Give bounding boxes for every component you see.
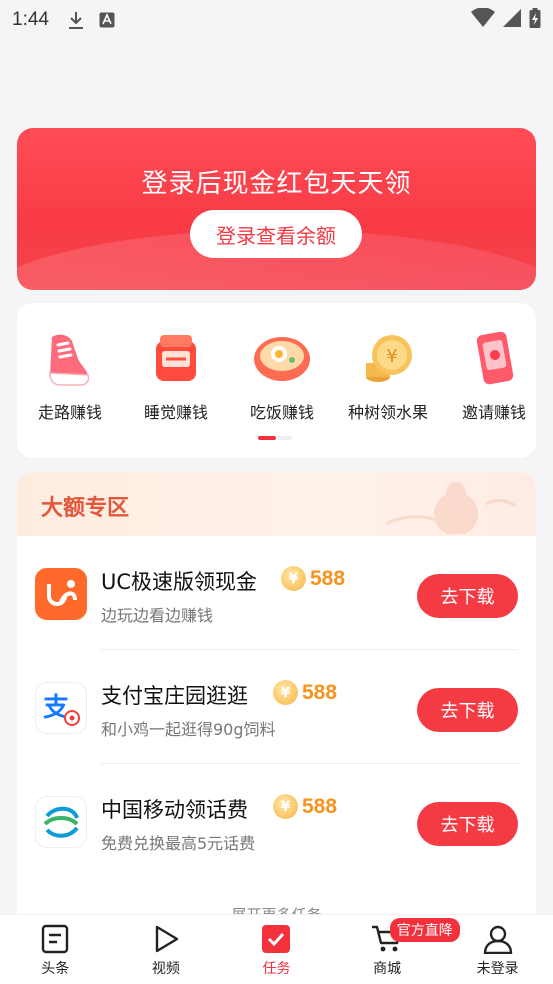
- task-row: 支 支付宝庄园逛逛 ¥ 588 和小鸡一起逛得90g饲料 去下载: [17, 650, 536, 764]
- font-a-icon: [99, 12, 115, 28]
- nav-label: 商城: [373, 961, 402, 977]
- earn-way-label: 走路赚钱: [37, 403, 102, 422]
- task-reward: ¥ 588: [273, 794, 337, 819]
- user-icon: [482, 923, 514, 955]
- gift-decoration-icon: [385, 482, 517, 534]
- task-desc: 免费兑换最高5元话费: [101, 834, 256, 853]
- earn-way-plant-tree[interactable]: ¥ 种树领水果: [335, 327, 441, 423]
- download-button[interactable]: 去下载: [417, 574, 518, 618]
- alarm-clock-icon: [156, 335, 196, 381]
- noodle-bowl-icon: [254, 337, 310, 381]
- task-name: 中国移动领话费: [101, 798, 248, 822]
- task-name: UC极速版领现金: [101, 570, 258, 594]
- nav-item-mall[interactable]: 商城 官方直降: [332, 915, 460, 984]
- sneaker-icon: [49, 334, 90, 386]
- alipay-farm-icon: 支: [35, 682, 87, 734]
- article-icon: [39, 923, 71, 955]
- task-desc: 和小鸡一起逛得90g饲料: [101, 720, 276, 739]
- nav-label: 视频: [151, 961, 180, 977]
- page-dot: [278, 436, 292, 440]
- download-button[interactable]: 去下载: [417, 802, 518, 846]
- status-time: 1:44: [12, 9, 49, 30]
- earn-way-label: 睡觉赚钱: [143, 403, 208, 422]
- nav-item-profile[interactable]: 未登录: [442, 915, 553, 984]
- earn-way-label: 吃饭赚钱: [249, 403, 314, 422]
- cell-signal-icon: [503, 9, 521, 31]
- big-amount-zone: 大额专区 UC极速版领现金 ¥ 588 边玩边看边赚钱 去下载 支 支付宝庄园逛…: [17, 472, 536, 932]
- earn-way-walk[interactable]: 走路赚钱: [17, 327, 123, 423]
- reward-amount: 588: [302, 794, 338, 818]
- uc-browser-icon: [35, 568, 87, 620]
- zone-title: 大额专区: [41, 496, 130, 521]
- yuan-coin-icon: ¥: [273, 794, 298, 819]
- task-check-icon: [260, 923, 292, 955]
- task-reward: ¥ 588: [281, 566, 345, 591]
- task-row: UC极速版领现金 ¥ 588 边玩边看边赚钱 去下载: [17, 536, 536, 650]
- play-icon: [150, 923, 182, 955]
- login-view-balance-button[interactable]: 登录查看余额: [190, 210, 362, 258]
- nav-item-video[interactable]: 视频: [111, 915, 222, 984]
- svg-text:¥: ¥: [386, 346, 397, 367]
- earn-ways-row: 走路赚钱 睡觉赚钱 吃饭赚钱 ¥ 种树领水果 邀请赚钱: [17, 327, 536, 423]
- task-reward: ¥ 588: [273, 680, 337, 705]
- red-envelope-phone-icon: [476, 331, 514, 385]
- earn-way-label: 种树领水果: [347, 403, 428, 422]
- nav-label: 未登录: [476, 961, 519, 977]
- nav-item-tasks[interactable]: 任务: [221, 915, 332, 984]
- earn-way-invite[interactable]: 邀请赚钱: [441, 327, 536, 423]
- task-desc: 边玩边看边赚钱: [101, 606, 214, 625]
- download-button[interactable]: 去下载: [417, 688, 518, 732]
- nav-label: 任务: [262, 961, 291, 977]
- wifi-icon: [471, 7, 495, 32]
- bottom-nav: 头条 视频 任务 商城 官方直降 未登录: [0, 914, 553, 984]
- yuan-coin-icon: ¥: [281, 566, 306, 591]
- banner-title: 登录后现金红包天天领: [141, 169, 412, 199]
- nav-item-headlines[interactable]: 头条: [0, 915, 111, 984]
- task-row: 中国移动领话费 ¥ 588 免费兑换最高5元话费 去下载: [17, 764, 536, 878]
- nav-label: 头条: [41, 961, 70, 977]
- download-icon: [67, 10, 85, 30]
- page-dot-active: [258, 436, 276, 440]
- page-indicator: [258, 436, 292, 440]
- earn-way-sleep[interactable]: 睡觉赚钱: [123, 327, 229, 423]
- yuan-coin-icon: ¥: [273, 680, 298, 705]
- task-name: 支付宝庄园逛逛: [101, 684, 248, 708]
- reward-amount: 588: [302, 680, 338, 704]
- status-bar: 1:44: [0, 0, 553, 40]
- earn-way-eat[interactable]: 吃饭赚钱: [229, 327, 335, 423]
- reward-amount: 588: [310, 566, 346, 590]
- coin-stack-icon: ¥: [366, 335, 412, 382]
- china-mobile-icon: [35, 796, 87, 848]
- login-banner: 登录后现金红包天天领 登录查看余额: [17, 128, 536, 290]
- battery-charging-icon: [529, 8, 541, 32]
- earn-way-label: 邀请赚钱: [461, 403, 526, 422]
- zone-header: 大额专区: [17, 472, 536, 536]
- earn-ways-card: 走路赚钱 睡觉赚钱 吃饭赚钱 ¥ 种树领水果 邀请赚钱: [17, 303, 536, 458]
